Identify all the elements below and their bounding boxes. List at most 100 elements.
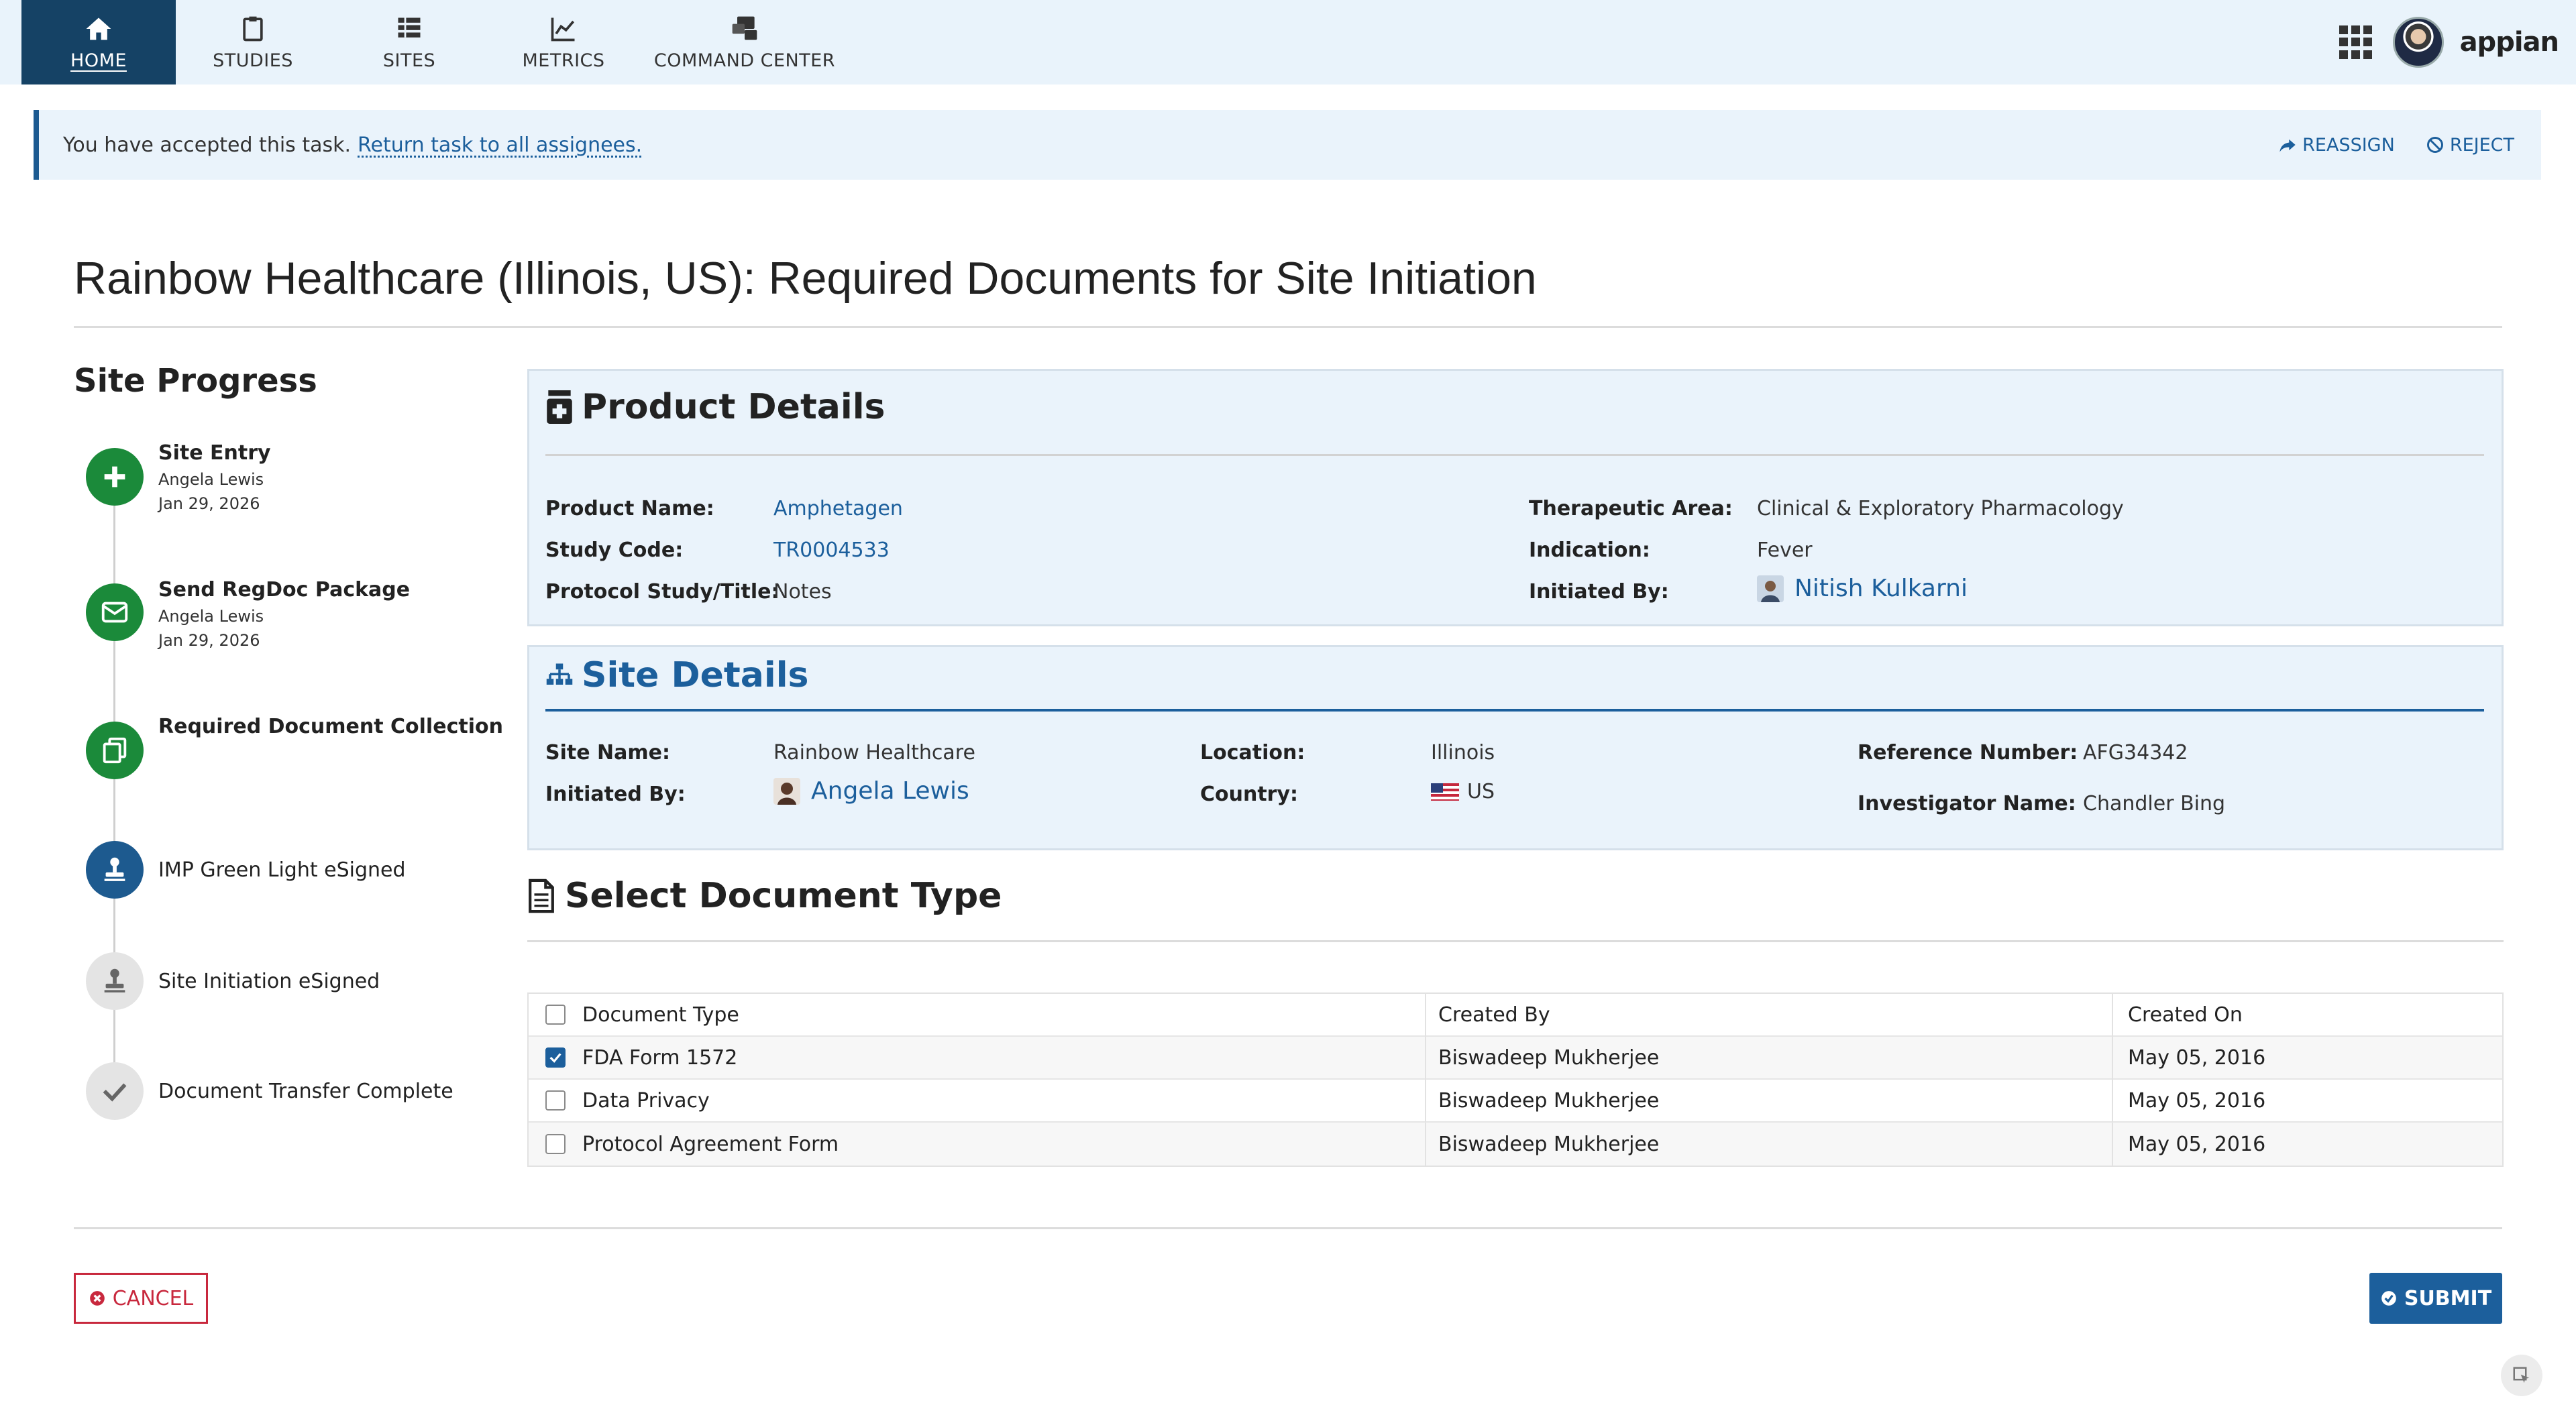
nav-sites[interactable]: SITES bbox=[356, 0, 463, 84]
nav-studies-label: STUDIES bbox=[213, 50, 293, 71]
reject-label: REJECT bbox=[2449, 134, 2514, 156]
select-all-cell bbox=[529, 993, 582, 1036]
envelope-icon bbox=[101, 602, 128, 623]
column-header-document-type[interactable]: Document Type bbox=[582, 993, 1425, 1036]
user-avatar[interactable] bbox=[2392, 17, 2444, 68]
app-grid-icon[interactable] bbox=[2339, 25, 2373, 59]
step-person: Angela Lewis bbox=[158, 607, 264, 626]
product-details-title: Product Details bbox=[582, 387, 885, 427]
created-by-cell: Biswadeep Mukherjee bbox=[1425, 1079, 2112, 1122]
share-arrow-icon bbox=[2279, 139, 2296, 152]
step-document-collection-text: Required Document Collection bbox=[158, 715, 503, 738]
created-on-cell: May 05, 2016 bbox=[2112, 1079, 2501, 1122]
indication-label: Indication: bbox=[1529, 538, 1650, 562]
stamp-icon bbox=[104, 968, 125, 992]
site-initiated-by-user[interactable]: Angela Lewis bbox=[773, 777, 969, 805]
row-checkbox-fda-form[interactable] bbox=[545, 1047, 566, 1068]
study-code-link[interactable]: TR0004533 bbox=[773, 538, 890, 562]
country-name: US bbox=[1467, 780, 1495, 803]
select-document-type-divider bbox=[527, 940, 2504, 942]
nav-right: appian bbox=[2339, 0, 2559, 84]
appian-logo: appian bbox=[2459, 27, 2559, 58]
sitemap-icon bbox=[546, 663, 573, 685]
site-details-card: Site Details Site Name: Rainbow Healthca… bbox=[527, 645, 2504, 850]
submit-button[interactable]: SUBMIT bbox=[2369, 1273, 2502, 1324]
step-imp-green-light-text: IMP Green Light eSigned bbox=[158, 858, 406, 882]
row-checkbox-cell bbox=[529, 1079, 582, 1122]
investigator-name-label: Investigator Name: bbox=[1858, 792, 2076, 815]
step-name: Required Document Collection bbox=[158, 715, 503, 738]
table-header-row: Document Type Created By Created On bbox=[529, 993, 2502, 1037]
submit-label: SUBMIT bbox=[2404, 1286, 2492, 1310]
site-initiated-by-label: Initiated By: bbox=[545, 783, 686, 806]
list-icon bbox=[398, 17, 421, 38]
select-document-type-header: Select Document Type bbox=[527, 876, 1002, 916]
cursor-box-icon bbox=[2513, 1367, 2530, 1383]
nav-home[interactable]: HOME bbox=[21, 0, 176, 84]
therapeutic-area-value: Clinical & Exploratory Pharmacology bbox=[1757, 497, 2124, 520]
location-value: Illinois bbox=[1431, 741, 1495, 764]
page-title: Rainbow Healthcare (Illinois, US): Requi… bbox=[74, 253, 1537, 304]
step-site-initiation-badge bbox=[86, 952, 144, 1010]
product-name-link[interactable]: Amphetagen bbox=[773, 497, 903, 520]
command-center-icon bbox=[732, 16, 757, 40]
product-details-card: Product Details Product Name: Amphetagen… bbox=[527, 369, 2504, 626]
site-name-value: Rainbow Healthcare bbox=[773, 741, 975, 764]
site-details-title: Site Details bbox=[582, 655, 809, 695]
investigator-name-value: Chandler Bing bbox=[2083, 792, 2226, 815]
ban-icon bbox=[2426, 137, 2443, 153]
title-divider bbox=[74, 326, 2502, 328]
us-flag-icon bbox=[1431, 783, 1459, 801]
reference-number-label: Reference Number: bbox=[1858, 741, 2078, 764]
select-document-type-title: Select Document Type bbox=[565, 876, 1002, 916]
row-checkbox-protocol-agreement[interactable] bbox=[545, 1134, 566, 1154]
nav-studies[interactable]: STUDIES bbox=[196, 0, 310, 84]
step-imp-green-light-badge bbox=[86, 841, 144, 899]
checkmark-icon bbox=[549, 1053, 561, 1063]
reassign-button[interactable]: REASSIGN bbox=[2278, 135, 2395, 156]
site-details-header: Site Details bbox=[545, 655, 808, 695]
check-circle-icon bbox=[2381, 1291, 2396, 1306]
row-checkbox-data-privacy[interactable] bbox=[545, 1090, 566, 1111]
step-name: Document Transfer Complete bbox=[158, 1080, 453, 1103]
select-all-checkbox[interactable] bbox=[545, 1005, 566, 1025]
nav-metrics[interactable]: METRICS bbox=[510, 0, 617, 84]
feedback-button[interactable] bbox=[2501, 1355, 2542, 1396]
created-on-cell: May 05, 2016 bbox=[2112, 1036, 2501, 1079]
step-name: Send RegDoc Package bbox=[158, 578, 411, 602]
reject-button[interactable]: REJECT bbox=[2426, 135, 2514, 156]
return-task-link[interactable]: Return task to all assignees. bbox=[358, 133, 642, 157]
product-initiated-by-label: Initiated By: bbox=[1529, 580, 1669, 604]
product-name-label: Product Name: bbox=[545, 497, 714, 520]
cancel-button[interactable]: CANCEL bbox=[74, 1273, 208, 1324]
column-header-created-on[interactable]: Created On bbox=[2112, 993, 2501, 1036]
step-name: Site Initiation eSigned bbox=[158, 970, 380, 993]
nav-command-center-label: COMMAND CENTER bbox=[653, 50, 836, 71]
table-row: Data Privacy Biswadeep Mukherjee May 05,… bbox=[529, 1079, 2502, 1123]
copy-icon bbox=[103, 737, 127, 764]
protocol-value: Notes bbox=[773, 580, 832, 604]
task-banner: You have accepted this task. Return task… bbox=[34, 110, 2541, 180]
banner-actions: REASSIGN REJECT bbox=[2247, 110, 2514, 180]
step-send-regdoc-badge bbox=[86, 583, 144, 641]
country-label: Country: bbox=[1200, 783, 1299, 806]
therapeutic-area-label: Therapeutic Area: bbox=[1529, 497, 1733, 520]
row-checkbox-cell bbox=[529, 1123, 582, 1166]
document-type-cell: Data Privacy bbox=[582, 1088, 710, 1113]
indication-value: Fever bbox=[1757, 538, 1813, 562]
reassign-label: REASSIGN bbox=[2302, 134, 2395, 156]
step-document-transfer-text: Document Transfer Complete bbox=[158, 1080, 453, 1103]
created-by-cell: Biswadeep Mukherjee bbox=[1425, 1123, 2112, 1166]
site-initiated-by-name: Angela Lewis bbox=[811, 777, 969, 805]
created-on-cell: May 05, 2016 bbox=[2112, 1123, 2501, 1166]
nav-command-center[interactable]: COMMAND CENTER bbox=[651, 0, 839, 84]
document-type-table: Document Type Created By Created On FDA … bbox=[527, 992, 2504, 1167]
stamp-icon bbox=[104, 857, 125, 881]
chart-icon bbox=[551, 17, 575, 41]
step-document-transfer-badge bbox=[86, 1062, 144, 1120]
product-initiated-by-user[interactable]: Nitish Kulkarni bbox=[1757, 575, 1968, 602]
nav-home-label: HOME bbox=[70, 50, 127, 71]
home-icon bbox=[86, 17, 111, 40]
check-icon bbox=[103, 1083, 127, 1102]
column-header-created-by[interactable]: Created By bbox=[1425, 993, 2112, 1036]
